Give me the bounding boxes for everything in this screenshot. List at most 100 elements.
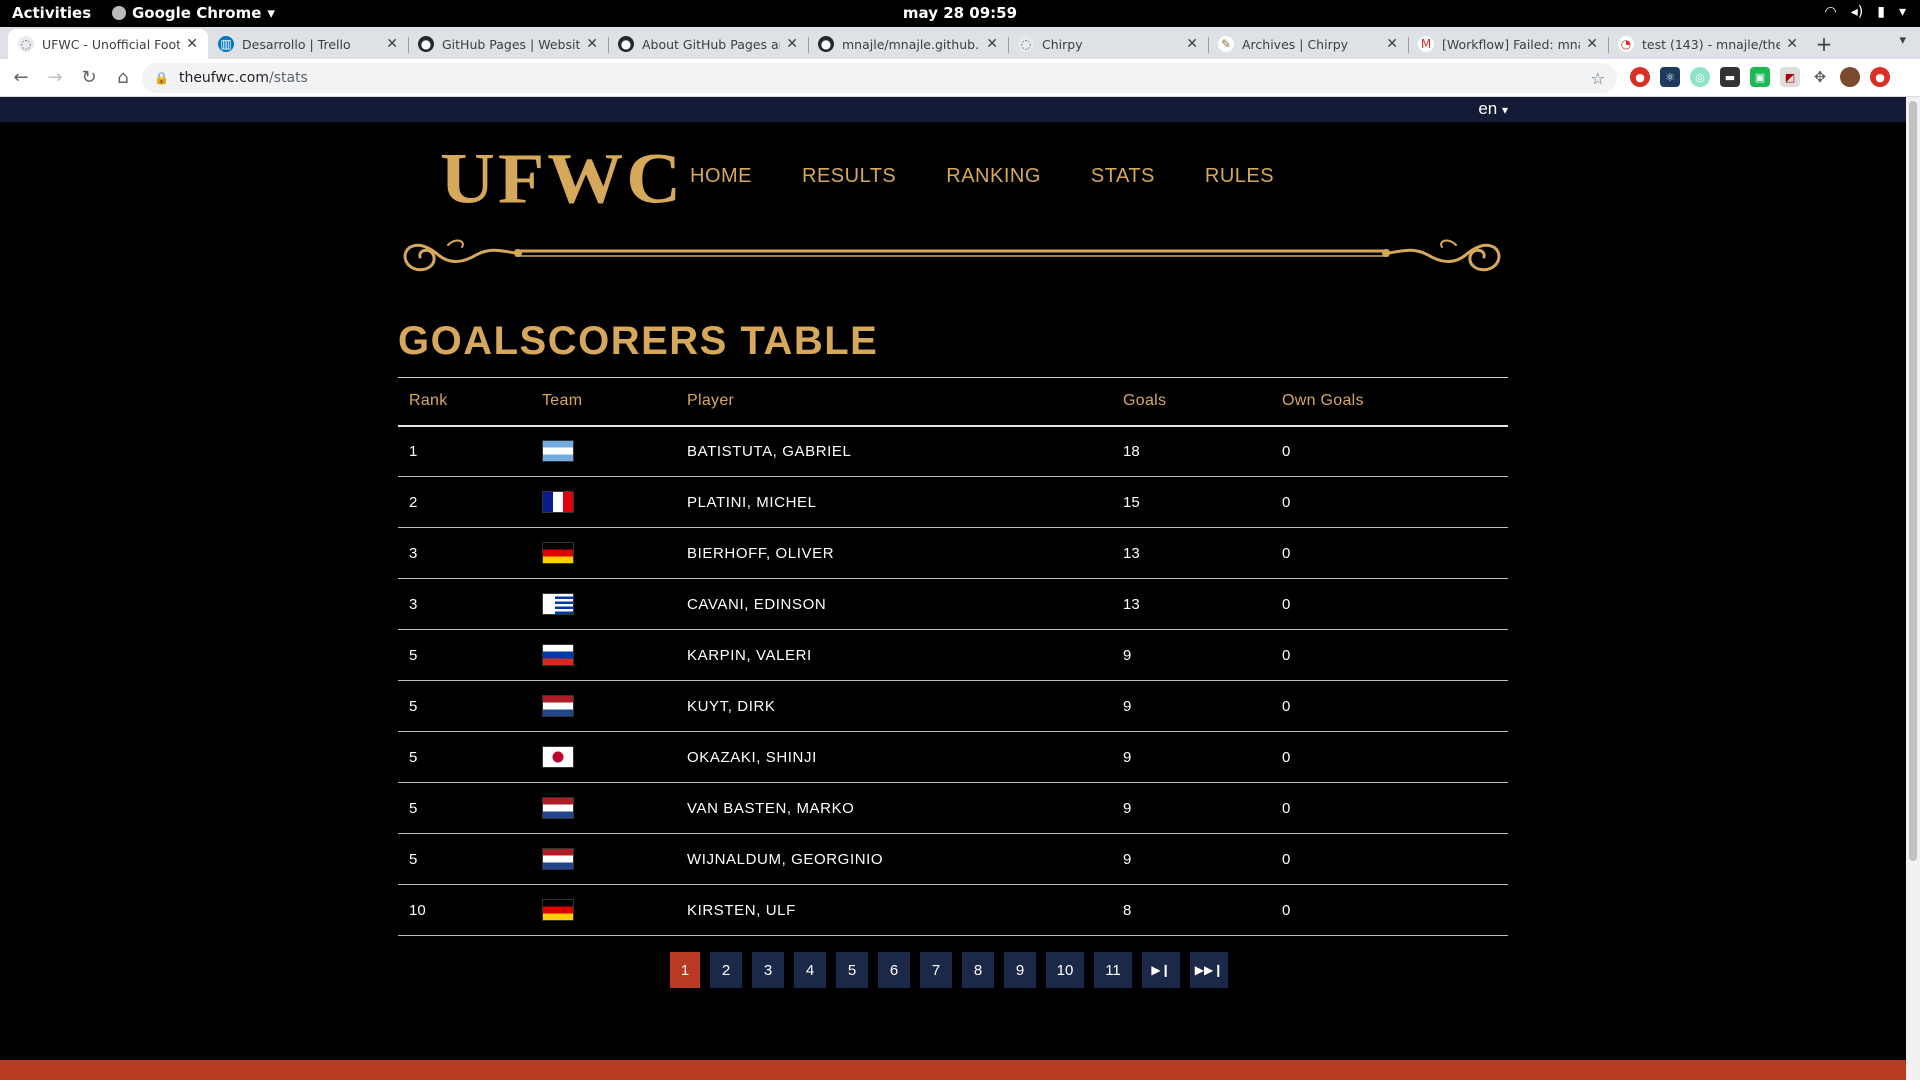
chevron-down-icon: ▾ <box>1898 4 1906 20</box>
close-icon[interactable]: ✕ <box>986 36 998 52</box>
browser-tab[interactable]: ▥ Desarrollo | Trello ✕ <box>208 29 408 59</box>
browser-tab[interactable]: ● About GitHub Pages and ✕ <box>608 29 808 59</box>
column-header-own-goals[interactable]: Own Goals <box>1271 378 1508 426</box>
reload-icon[interactable]: ↻ <box>72 61 106 95</box>
page-button[interactable]: 6 <box>878 952 910 988</box>
page-button[interactable]: 8 <box>962 952 994 988</box>
nav-home[interactable]: Home <box>690 165 752 188</box>
next-page-icon[interactable]: ▶❙ <box>1142 952 1180 988</box>
close-icon[interactable]: ✕ <box>1186 36 1198 52</box>
own-goals-cell: 0 <box>1282 595 1291 613</box>
close-icon[interactable]: ✕ <box>1586 36 1598 52</box>
lock-icon[interactable]: 🔒 <box>154 71 169 85</box>
player-cell: Wijnaldum, Georginio <box>687 850 884 868</box>
home-icon[interactable]: ⌂ <box>106 61 140 95</box>
system-tray[interactable]: ◠ ◂) ▮ ▾ <box>1825 4 1906 20</box>
avatar[interactable] <box>1840 67 1860 87</box>
extension-icon[interactable]: ◎ <box>1690 67 1710 87</box>
extension-icon[interactable]: ◩ <box>1780 67 1800 87</box>
own-goals-cell: 0 <box>1282 748 1291 766</box>
close-icon[interactable]: ✕ <box>586 36 598 52</box>
player-cell: Karpin, Valeri <box>687 646 812 664</box>
page-button[interactable]: 3 <box>752 952 784 988</box>
browser-tab[interactable]: ● GitHub Pages | Websites ✕ <box>408 29 608 59</box>
goals-cell: 8 <box>1123 901 1132 919</box>
goals-cell: 15 <box>1123 493 1140 511</box>
site-logo[interactable]: UFWC <box>440 143 684 215</box>
app-menu[interactable]: Google Chrome ▾ <box>112 4 275 22</box>
rank-cell: 5 <box>409 850 418 868</box>
column-header-goals[interactable]: Goals <box>1112 378 1271 426</box>
page-button[interactable]: 4 <box>794 952 826 988</box>
chevron-down-icon: ▾ <box>267 4 275 22</box>
rank-cell: 2 <box>409 493 418 511</box>
globe-icon: ◌ <box>1018 36 1034 52</box>
update-icon[interactable]: ● <box>1870 67 1890 87</box>
column-header-team[interactable]: Team <box>531 378 676 426</box>
tab-title: test (143) - mnajle/theufwc <box>1642 36 1781 52</box>
adblock-extension-icon[interactable]: ● <box>1630 67 1650 87</box>
bookmark-star-icon[interactable]: ☆ <box>1591 69 1605 88</box>
react-devtools-icon[interactable]: ⚛ <box>1660 67 1680 87</box>
column-header-player[interactable]: Player <box>676 378 1112 426</box>
trello-icon: ▥ <box>218 36 234 52</box>
browser-tab[interactable]: M [Workflow] Failed: mnajle ✕ <box>1408 29 1608 59</box>
browser-tab[interactable]: ◔ test (143) - mnajle/theufwc ✕ <box>1608 29 1808 59</box>
page-button[interactable]: 1 <box>670 952 700 988</box>
page-button[interactable]: 9 <box>1004 952 1036 988</box>
extensions-area: ● ⚛ ◎ ▬ ▣ ◩ ✥ ● <box>1630 67 1890 87</box>
language-bar: en ▾ <box>0 97 1906 122</box>
browser-tab[interactable]: ✎ Archives | Chirpy ✕ <box>1208 29 1408 59</box>
close-icon[interactable]: ✕ <box>186 36 198 52</box>
browser-tab[interactable]: ◌ Chirpy ✕ <box>1008 29 1208 59</box>
puzzle-icon[interactable]: ✥ <box>1810 67 1830 87</box>
language-selector[interactable]: en ▾ <box>1478 99 1508 119</box>
new-tab-button[interactable]: + <box>1808 29 1840 59</box>
team-cell <box>531 426 676 477</box>
rank-cell: 3 <box>409 595 418 613</box>
clock[interactable]: may 28 09:59 <box>0 4 1920 22</box>
chevron-down-icon: ▾ <box>1501 103 1508 117</box>
column-header-rank[interactable]: Rank <box>398 378 531 426</box>
last-page-icon[interactable]: ▶▶❙ <box>1190 952 1228 988</box>
browser-tab[interactable]: ● mnajle/mnajle.github.io ✕ <box>808 29 1008 59</box>
tab-search-icon[interactable]: ▾ <box>1899 33 1906 48</box>
wifi-icon: ◠ <box>1824 4 1837 20</box>
scrollbar-thumb[interactable] <box>1909 101 1917 861</box>
goals-cell: 9 <box>1123 748 1132 766</box>
team-cell <box>531 732 676 783</box>
table-row: 2 Platini, Michel 15 0 <box>398 477 1508 528</box>
back-icon[interactable]: ← <box>4 61 38 95</box>
goals-cell: 13 <box>1123 595 1140 613</box>
page-button[interactable]: 5 <box>836 952 868 988</box>
volume-icon: ◂) <box>1850 4 1864 20</box>
github-icon: ● <box>818 36 834 52</box>
page-scrollbar[interactable] <box>1906 97 1920 1080</box>
page-button[interactable]: 10 <box>1046 952 1084 988</box>
player-cell: Kuyt, Dirk <box>687 697 776 715</box>
forward-icon[interactable]: → <box>38 61 72 95</box>
github-icon: ● <box>618 36 634 52</box>
close-icon[interactable]: ✕ <box>1386 36 1398 52</box>
table-row: 5 Kuyt, Dirk 9 0 <box>398 681 1508 732</box>
nav-results[interactable]: Results <box>802 165 896 188</box>
page-title: Goalscorers Table <box>398 319 879 363</box>
goals-cell: 9 <box>1123 646 1132 664</box>
nav-ranking[interactable]: Ranking <box>946 165 1041 188</box>
activities-button[interactable]: Activities <box>12 4 91 22</box>
table-body: 1 Batistuta, Gabriel 18 0 2 Platini, Michel 15… <box>398 426 1508 936</box>
extension-icon[interactable]: ▬ <box>1720 67 1740 87</box>
close-icon[interactable]: ✕ <box>786 36 798 52</box>
address-bar[interactable]: 🔒 theufwc.com/stats ☆ <box>142 63 1617 93</box>
extension-icon[interactable]: ▣ <box>1750 67 1770 87</box>
page-button[interactable]: 11 <box>1094 952 1132 988</box>
nav-rules[interactable]: Rules <box>1205 165 1274 188</box>
nav-stats[interactable]: Stats <box>1091 165 1155 188</box>
page-button[interactable]: 2 <box>710 952 742 988</box>
team-cell <box>531 477 676 528</box>
page-button[interactable]: 7 <box>920 952 952 988</box>
close-icon[interactable]: ✕ <box>386 36 398 52</box>
browser-tab[interactable]: ◌ UFWC - Unofficial Football ✕ <box>8 29 208 59</box>
own-goals-cell: 0 <box>1282 442 1291 460</box>
close-icon[interactable]: ✕ <box>1786 36 1798 52</box>
